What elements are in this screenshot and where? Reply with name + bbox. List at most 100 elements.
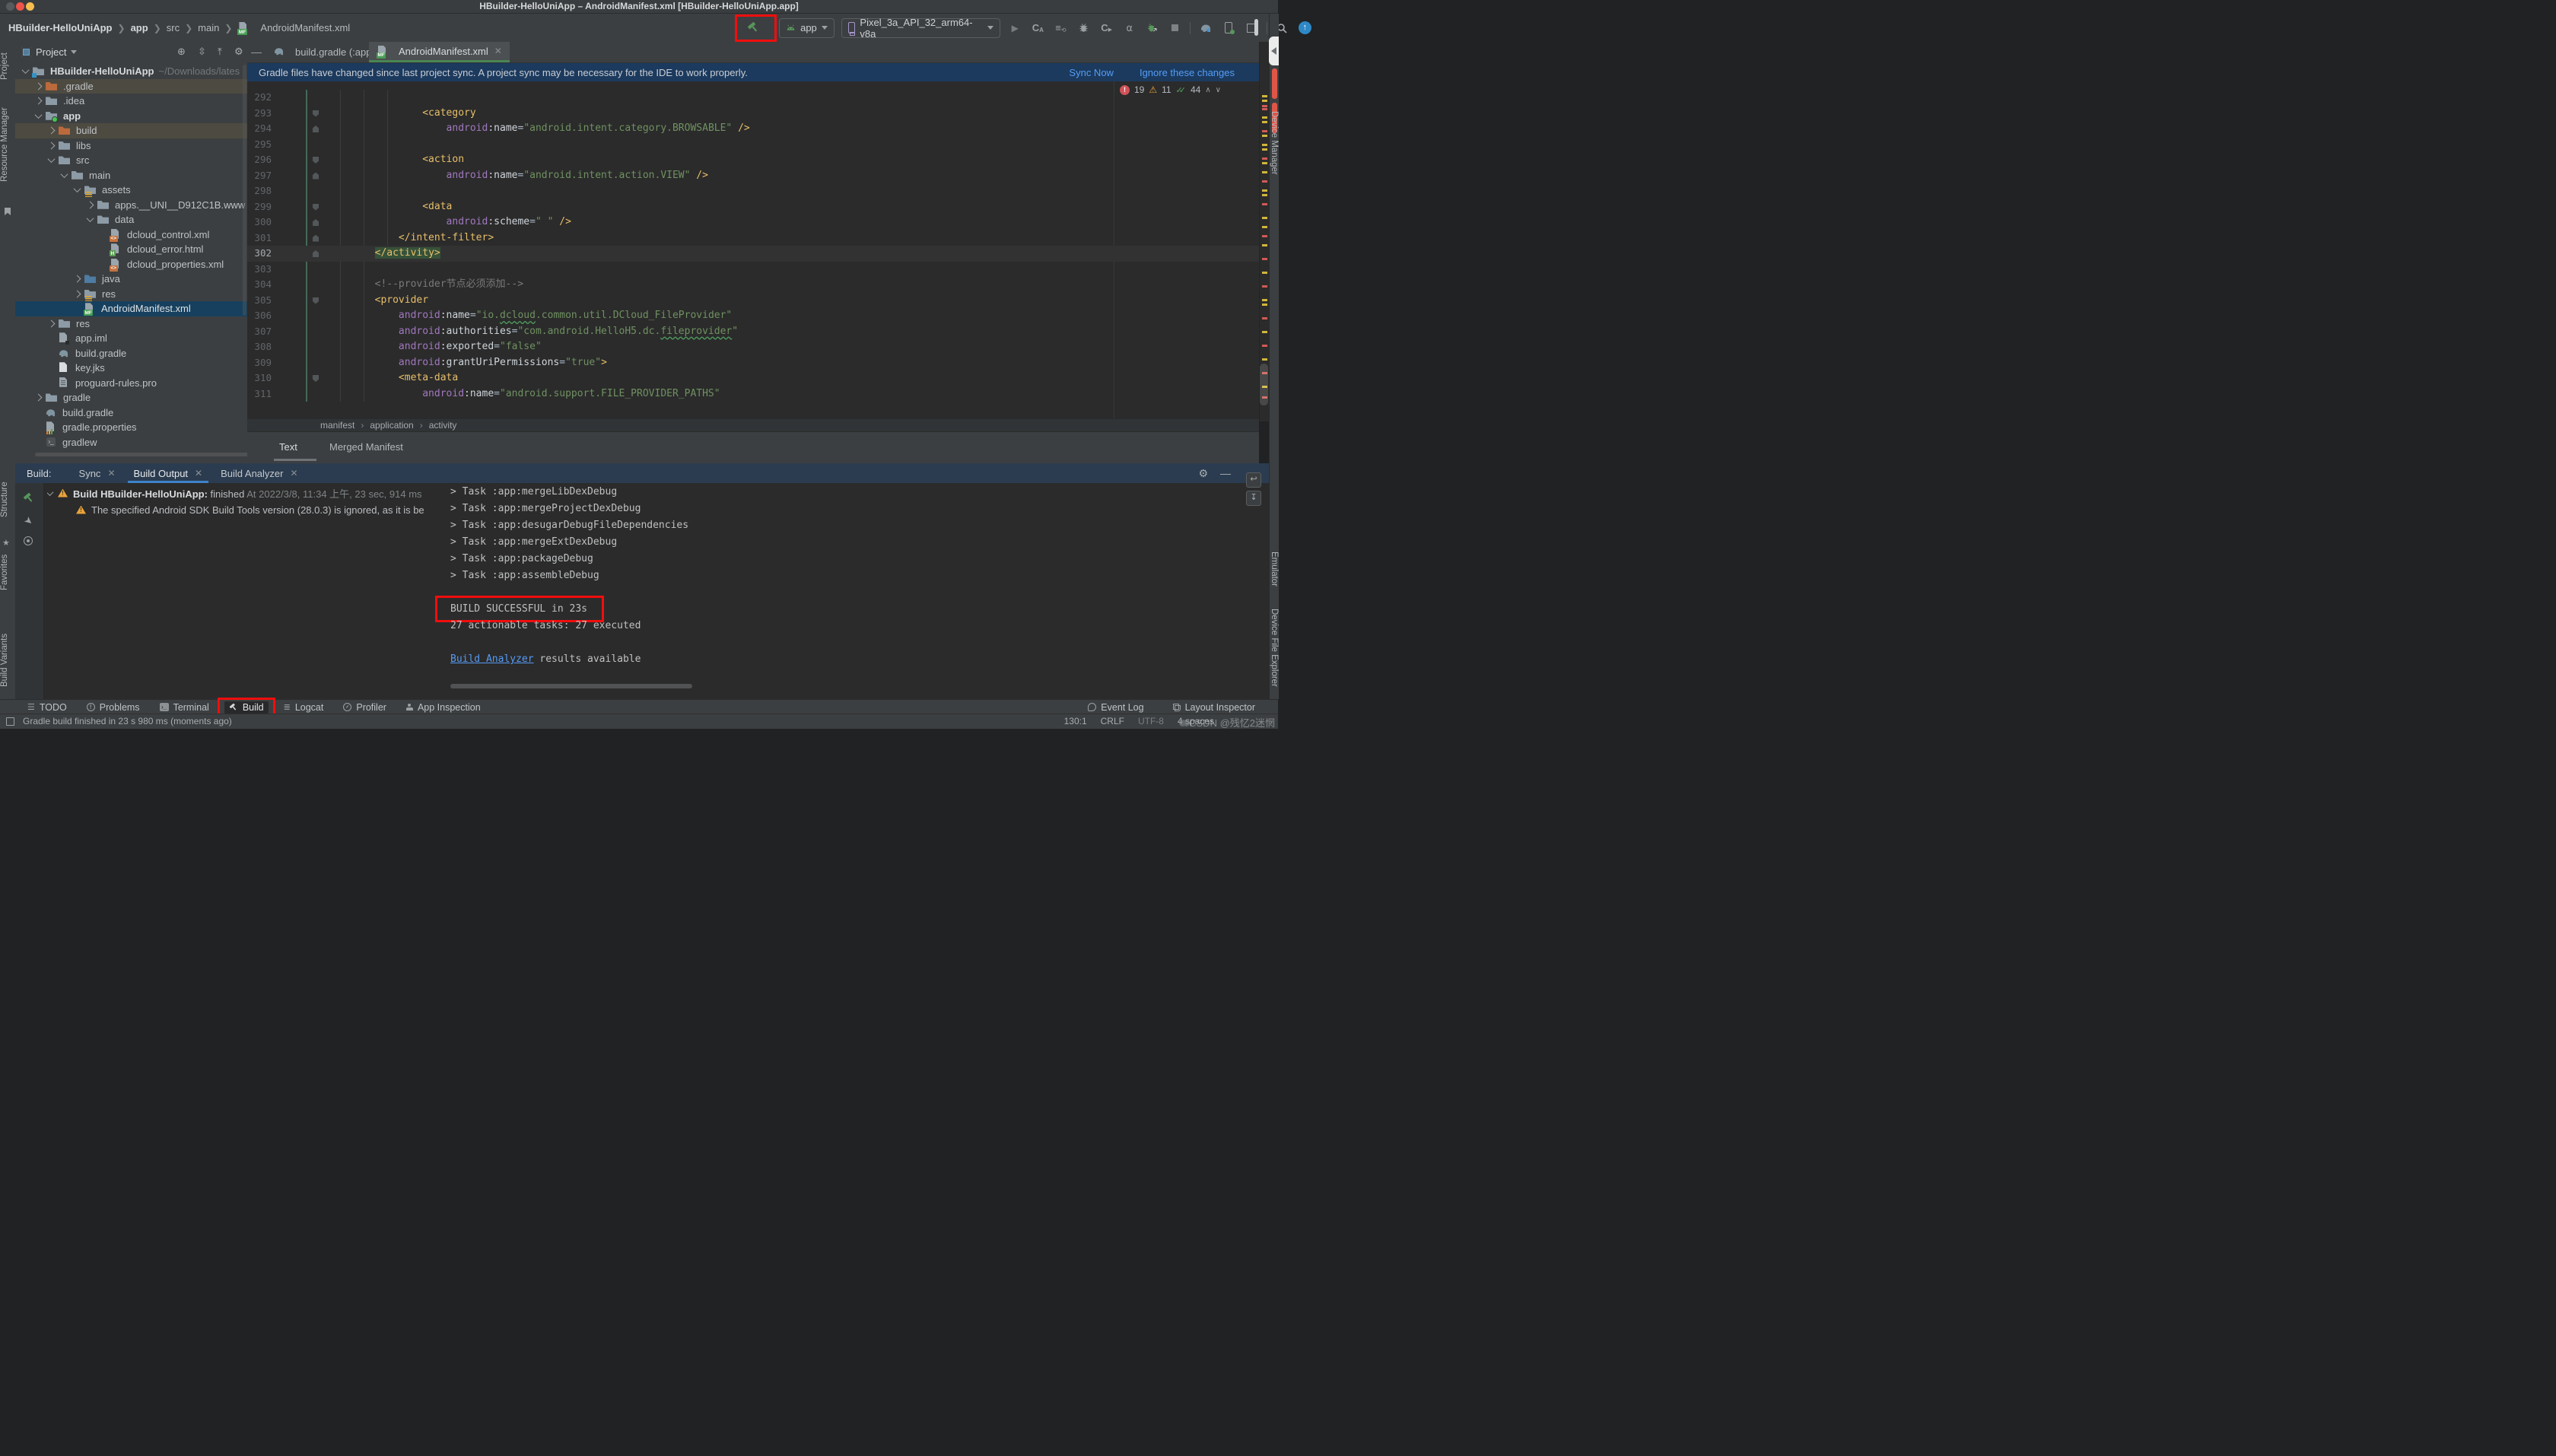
- code-line-304[interactable]: 304 <!--provider节点必须添加-->: [247, 277, 1259, 293]
- tree-item--gradle[interactable]: .gradle: [15, 78, 247, 94]
- tab-merged-manifest[interactable]: Merged Manifest: [329, 432, 403, 461]
- error-mark[interactable]: [1262, 130, 1267, 132]
- tree-item-build-gradle[interactable]: build.gradle: [15, 346, 247, 361]
- code-line-302[interactable]: 302 </activity>: [247, 246, 1259, 262]
- code-line-293[interactable]: 293 <category: [247, 106, 1259, 122]
- crumb-application[interactable]: application: [370, 420, 413, 431]
- hide-panel-icon[interactable]: —: [1220, 467, 1231, 480]
- tree-toggle-icon[interactable]: [73, 290, 81, 298]
- tree-item-res[interactable]: res: [15, 287, 247, 302]
- code-line-307[interactable]: 307 android:authorities="com.android.Hel…: [247, 324, 1259, 340]
- tree-item-main[interactable]: main: [15, 168, 247, 183]
- collapse-all-icon[interactable]: ⤒: [218, 46, 222, 58]
- warning-mark[interactable]: [1262, 144, 1267, 146]
- tree-toggle-icon[interactable]: [47, 141, 56, 150]
- tree-item-data[interactable]: data: [15, 212, 247, 227]
- ignore-changes-link[interactable]: Ignore these changes: [1140, 67, 1235, 78]
- warning-mark[interactable]: [1262, 358, 1267, 361]
- tree-toggle-icon[interactable]: [86, 215, 94, 223]
- attach-debugger-button[interactable]: [1144, 20, 1160, 37]
- close-icon[interactable]: ✕: [107, 468, 115, 478]
- tree-item-androidmanifest-xml[interactable]: MF AndroidManifest.xml: [15, 301, 247, 316]
- toolwindow-layout-inspector[interactable]: Layout Inspector: [1168, 701, 1260, 714]
- tree-item-build[interactable]: build: [15, 123, 247, 138]
- tree-item-dcloud-error-html[interactable]: Hdcloud_error.html: [15, 242, 247, 257]
- toolwindow-switcher-icon[interactable]: [6, 717, 14, 726]
- warning-mark[interactable]: [1262, 299, 1267, 301]
- profiler-button[interactable]: ⍺: [1121, 20, 1137, 37]
- error-mark[interactable]: [1262, 285, 1267, 288]
- breadcrumb-main[interactable]: main: [198, 22, 219, 33]
- tool-strip-project[interactable]: Project: [0, 45, 15, 87]
- error-mark[interactable]: [1262, 203, 1267, 205]
- tree-item-java[interactable]: java: [15, 272, 247, 287]
- scroll-to-end-icon[interactable]: ↧: [1246, 491, 1261, 506]
- fold-marker-icon[interactable]: [313, 172, 319, 180]
- tree-item-key-jks[interactable]: key.jks: [15, 361, 247, 376]
- tree-item-apps-uni-d912c1b-www[interactable]: apps.__UNI__D912C1B.www: [15, 198, 247, 213]
- toolwindow-profiler[interactable]: Profiler: [339, 701, 391, 714]
- code-line-305[interactable]: 305 <provider: [247, 293, 1259, 309]
- expand-all-icon[interactable]: ⇳: [198, 46, 206, 58]
- stop-button[interactable]: [1167, 20, 1183, 37]
- encoding-widget[interactable]: UTF-8: [1138, 714, 1164, 729]
- console-horizontal-scrollbar[interactable]: [450, 684, 692, 688]
- tree-toggle-icon[interactable]: [34, 82, 43, 91]
- tree-toggle-icon[interactable]: [73, 275, 81, 283]
- stripe-collapse-handle[interactable]: [1269, 37, 1279, 65]
- code-line-301[interactable]: 301 </intent-filter>: [247, 230, 1259, 246]
- code-line-300[interactable]: 300 android:scheme=" " />: [247, 215, 1259, 230]
- apply-code-changes-button[interactable]: ≡ ⟲: [1053, 20, 1069, 37]
- code-line-309[interactable]: 309 android:grantUriPermissions="true">: [247, 355, 1259, 371]
- code-line-298[interactable]: 298: [247, 183, 1259, 199]
- tool-strip-build-variants[interactable]: Build Variants: [0, 626, 15, 695]
- warning-mark[interactable]: [1262, 121, 1267, 123]
- error-mark[interactable]: [1262, 235, 1267, 237]
- tree-item-assets[interactable]: assets: [15, 183, 247, 198]
- tree-item-dcloud-control-xml[interactable]: <> dcloud_control.xml: [15, 227, 247, 243]
- tree-item-app-iml[interactable]: app.iml: [15, 331, 247, 346]
- tree-toggle-icon[interactable]: [73, 185, 81, 193]
- warning-mark[interactable]: [1262, 189, 1267, 192]
- tool-strip-resource-manager[interactable]: Resource Manager: [0, 95, 15, 194]
- toolwindow-problems[interactable]: ! Problems: [82, 701, 145, 714]
- tree-item-src[interactable]: src: [15, 153, 247, 168]
- make-project-button[interactable]: [735, 14, 777, 42]
- fold-marker-icon[interactable]: [313, 110, 319, 117]
- chevron-down-icon[interactable]: [47, 488, 54, 496]
- tool-strip-favorites[interactable]: Favorites: [0, 550, 15, 594]
- toolwindow-event-log[interactable]: Event Log: [1083, 701, 1148, 714]
- fold-marker-icon[interactable]: [313, 126, 319, 132]
- tree-item-libs[interactable]: libs: [15, 138, 247, 154]
- warning-mark[interactable]: [1262, 272, 1267, 274]
- tree-toggle-icon[interactable]: [47, 126, 56, 135]
- fold-marker-icon[interactable]: [313, 219, 319, 226]
- line-separator-widget[interactable]: CRLF: [1101, 714, 1124, 729]
- tool-strip-device-file-explorer[interactable]: Device File Explorer: [1270, 609, 1279, 687]
- filter-eye-icon[interactable]: [24, 536, 33, 545]
- caret-position-widget[interactable]: 130:1: [1064, 714, 1087, 729]
- tool-strip-emulator[interactable]: Emulator: [1270, 552, 1279, 587]
- code-line-310[interactable]: 310 <meta-data: [247, 370, 1259, 386]
- breadcrumb-project[interactable]: HBuilder-HelloUniApp: [8, 22, 113, 33]
- code-line-311[interactable]: 311 android:name="android.support.FILE_P…: [247, 386, 1259, 402]
- tree-toggle-icon[interactable]: [34, 97, 43, 105]
- tab-text[interactable]: Text: [279, 432, 297, 461]
- tree-item-dcloud-properties-xml[interactable]: <> dcloud_properties.xml: [15, 257, 247, 272]
- tree-toggle-icon[interactable]: [47, 155, 56, 164]
- breadcrumb-app[interactable]: app: [131, 22, 148, 33]
- tree-toggle-icon[interactable]: [21, 66, 30, 75]
- warning-mark[interactable]: [1262, 100, 1267, 102]
- breadcrumb-file[interactable]: AndroidManifest.xml: [260, 22, 350, 33]
- close-icon[interactable]: ✕: [195, 468, 202, 478]
- tree-item-gradle[interactable]: gradle: [15, 390, 247, 405]
- tab-android-manifest[interactable]: MF AndroidManifest.xml ✕: [369, 42, 510, 62]
- hide-tabs-icon[interactable]: —: [251, 46, 262, 58]
- toolwindow-terminal[interactable]: ›_ Terminal: [155, 701, 214, 714]
- bookmark-icon[interactable]: [5, 208, 11, 215]
- locate-file-icon[interactable]: ⊕: [177, 46, 186, 58]
- build-console[interactable]: > Task :app:mergeLibDexDebug > Task :app:…: [435, 484, 1269, 668]
- warning-mark[interactable]: [1262, 135, 1267, 137]
- tree-item-app[interactable]: app: [15, 109, 247, 124]
- device-select[interactable]: Pixel_3a_API_32_arm64-v8a: [841, 17, 1000, 40]
